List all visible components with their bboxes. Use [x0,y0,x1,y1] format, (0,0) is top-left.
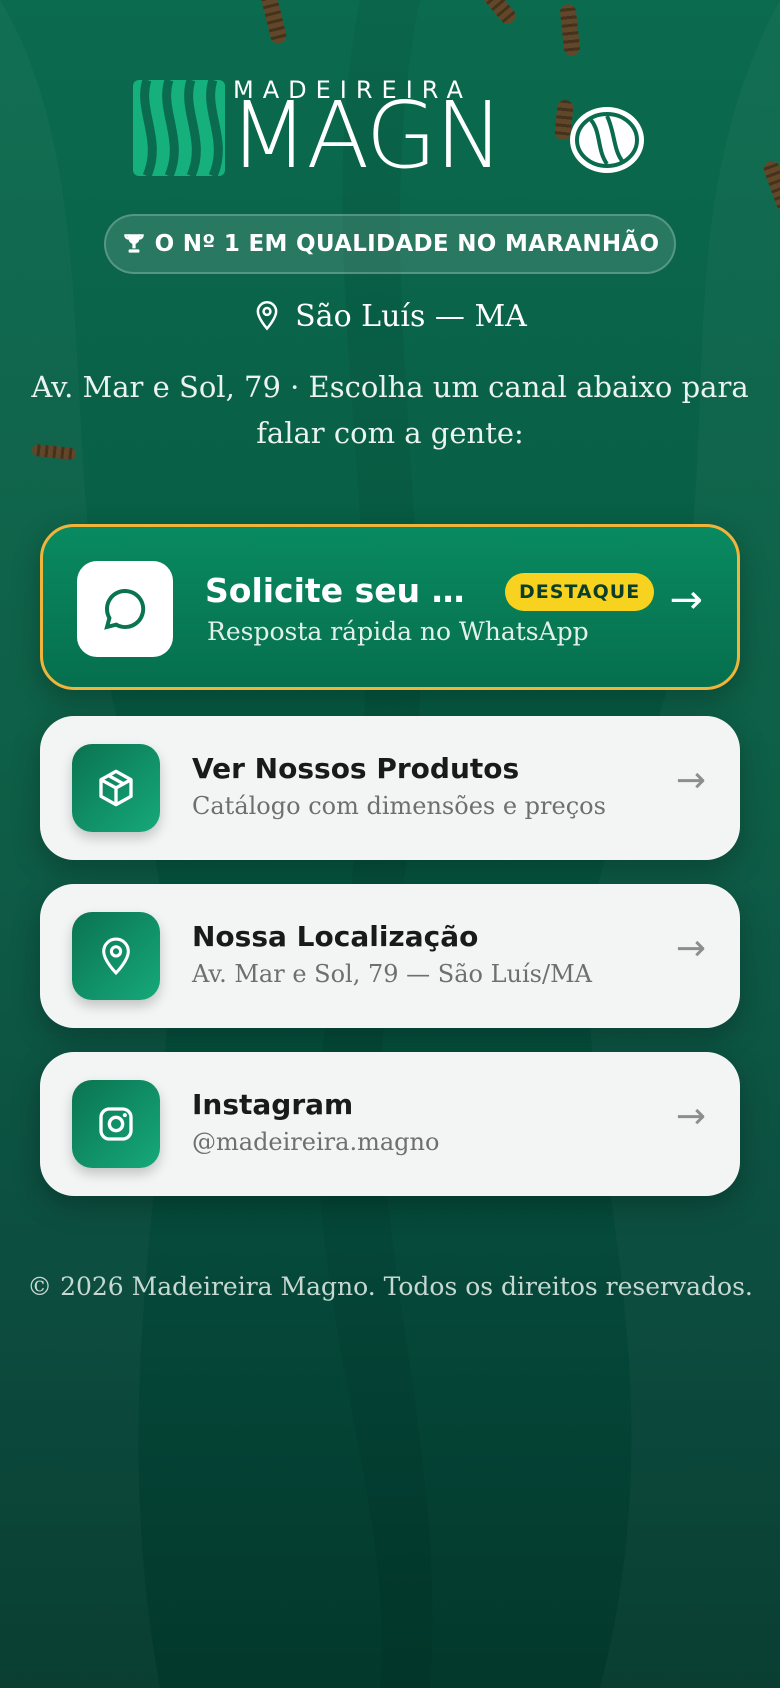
card-subtitle: Catálogo com dimensões e preços [192,792,606,820]
card-title: Instagram [192,1088,354,1121]
wood-stick-decoration [259,0,289,46]
quality-badge: O Nº 1 EM QUALIDADE NO MARANHÃO [104,214,676,274]
card-title: Solicite seu Orçamento [205,571,483,610]
wood-stick-decoration [559,3,581,57]
card-subtitle: Resposta rápida no WhatsApp [207,617,589,646]
location-line: São Luís — MA [0,296,780,336]
card-icon-box [72,912,160,1000]
arrow-right-icon: → [675,928,706,969]
whatsapp-chat-icon [104,588,146,630]
wood-stick-decoration [473,0,519,28]
card-icon-box [72,744,160,832]
location-card[interactable]: Nossa Localização Av. Mar e Sol, 79 — Sã… [40,884,740,1028]
card-subtitle: Av. Mar e Sol, 79 — São Luís/MA [192,960,592,988]
highlight-tag: DESTAQUE [505,573,655,611]
logo-wood-ring-icon [570,107,644,173]
arrow-right-icon: → [675,760,706,801]
trophy-icon [123,234,144,253]
intro-text: Av. Mar e Sol, 79 · Escolha um canal aba… [31,370,749,450]
wood-stick-decoration [761,158,780,214]
logo-big-text: MAGN [229,82,504,189]
card-title: Ver Nossos Produtos [192,752,520,785]
arrow-right-icon: → [669,577,703,623]
card-title: Nossa Localização [192,920,479,953]
instagram-card[interactable]: Instagram @madeireira.magno → [40,1052,740,1196]
location-text: São Luís — MA [295,298,527,334]
footer-copyright: © 2026 Madeireira Magno. Todos os direit… [27,1272,753,1301]
brand-logo: MADEIREIRA MAGN [133,76,647,189]
map-pin-icon [256,301,278,331]
whatsapp-quote-card[interactable]: Solicite seu Orçamento DESTAQUE Resposta… [40,524,740,690]
products-card[interactable]: Ver Nossos Produtos Catálogo com dimensõ… [40,716,740,860]
card-icon-box [72,1080,160,1168]
arrow-right-icon: → [675,1096,706,1137]
box-icon [99,769,133,807]
logo-mark-icon [133,80,225,176]
card-icon-box [77,561,173,657]
card-subtitle: @madeireira.magno [192,1128,440,1156]
map-pin-icon [102,937,130,976]
instagram-icon [99,1107,133,1141]
quality-badge-text: O Nº 1 EM QUALIDADE NO MARANHÃO [154,231,660,257]
